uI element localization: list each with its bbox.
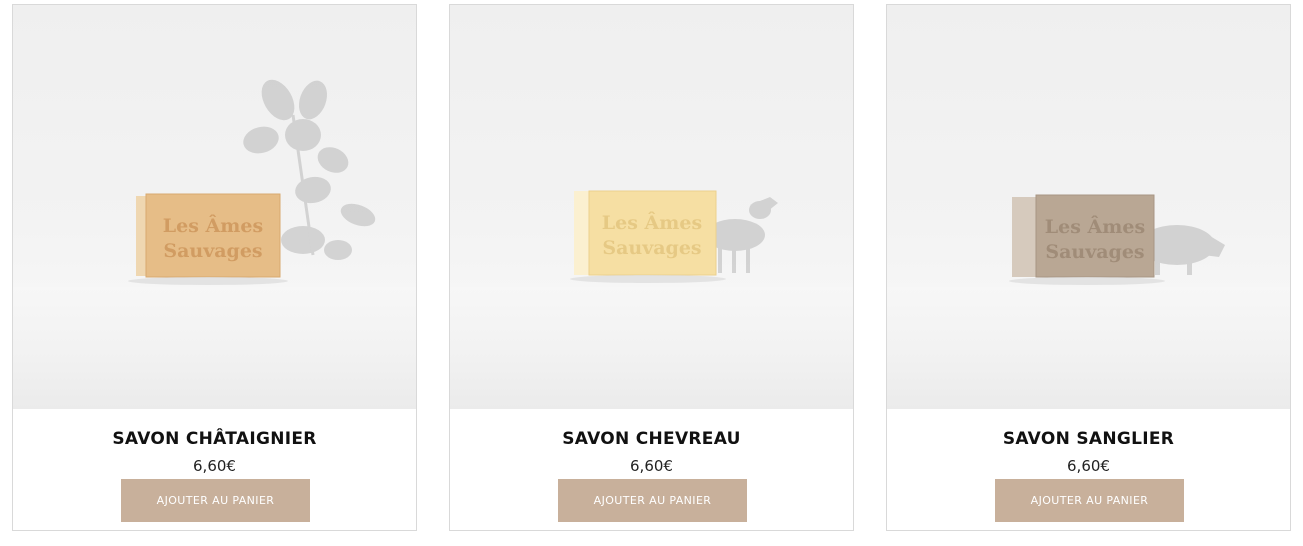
product-title[interactable]: SAVON CHÂTAIGNIER bbox=[13, 429, 416, 449]
soap-scene: Les Âmes Sauvages bbox=[570, 190, 778, 283]
soap-side bbox=[574, 191, 591, 275]
product-card-sanglier[interactable]: Les Âmes Sauvages SAVON SANGLIER 6,60€ A… bbox=[886, 4, 1291, 531]
soap-side bbox=[1012, 197, 1038, 277]
product-image[interactable]: Les Âmes Sauvages bbox=[887, 5, 1290, 409]
product-info: SAVON CHEVREAU 6,60€ AJOUTER AU PANIER bbox=[450, 409, 853, 530]
product-image[interactable]: Les Âmes Sauvages bbox=[13, 5, 416, 409]
soap-stamp-line2: Sauvages bbox=[1045, 241, 1144, 263]
product-title[interactable]: SAVON SANGLIER bbox=[887, 429, 1290, 449]
product-info: SAVON SANGLIER 6,60€ AJOUTER AU PANIER bbox=[887, 409, 1290, 530]
soap-stamp-line1: Les Âmes bbox=[1045, 215, 1145, 238]
product-title[interactable]: SAVON CHEVREAU bbox=[450, 429, 853, 449]
soap-stamp-line2: Sauvages bbox=[163, 240, 262, 262]
soap-stamp-line1: Les Âmes bbox=[163, 214, 263, 237]
soap-scene: Les Âmes Sauvages bbox=[128, 79, 376, 285]
soap-bar: Les Âmes Sauvages bbox=[1009, 194, 1165, 285]
product-image[interactable]: Les Âmes Sauvages bbox=[450, 5, 853, 409]
soap-stamp-line2: Sauvages bbox=[602, 237, 701, 259]
product-info: SAVON CHÂTAIGNIER 6,60€ AJOUTER AU PANIE… bbox=[13, 409, 416, 530]
product-price: 6,60€ bbox=[193, 457, 236, 475]
soap-bar: Les Âmes Sauvages bbox=[570, 190, 726, 283]
product-price: 6,60€ bbox=[630, 457, 673, 475]
add-to-cart-button[interactable]: AJOUTER AU PANIER bbox=[558, 479, 747, 522]
soap-bar: Les Âmes Sauvages bbox=[128, 193, 288, 285]
product-card-chevreau[interactable]: Les Âmes Sauvages SAVON CHEVREAU 6,60€ A… bbox=[449, 4, 854, 531]
product-grid: Les Âmes Sauvages SAVON CHÂTAIGNIER 6,60… bbox=[0, 0, 1303, 546]
add-to-cart-button[interactable]: AJOUTER AU PANIER bbox=[121, 479, 310, 522]
add-to-cart-button[interactable]: AJOUTER AU PANIER bbox=[995, 479, 1184, 522]
product-card-chataignier[interactable]: Les Âmes Sauvages SAVON CHÂTAIGNIER 6,60… bbox=[12, 4, 417, 531]
soap-stamp-line1: Les Âmes bbox=[602, 211, 702, 234]
soap-scene: Les Âmes Sauvages bbox=[1009, 194, 1225, 285]
product-price: 6,60€ bbox=[1067, 457, 1110, 475]
